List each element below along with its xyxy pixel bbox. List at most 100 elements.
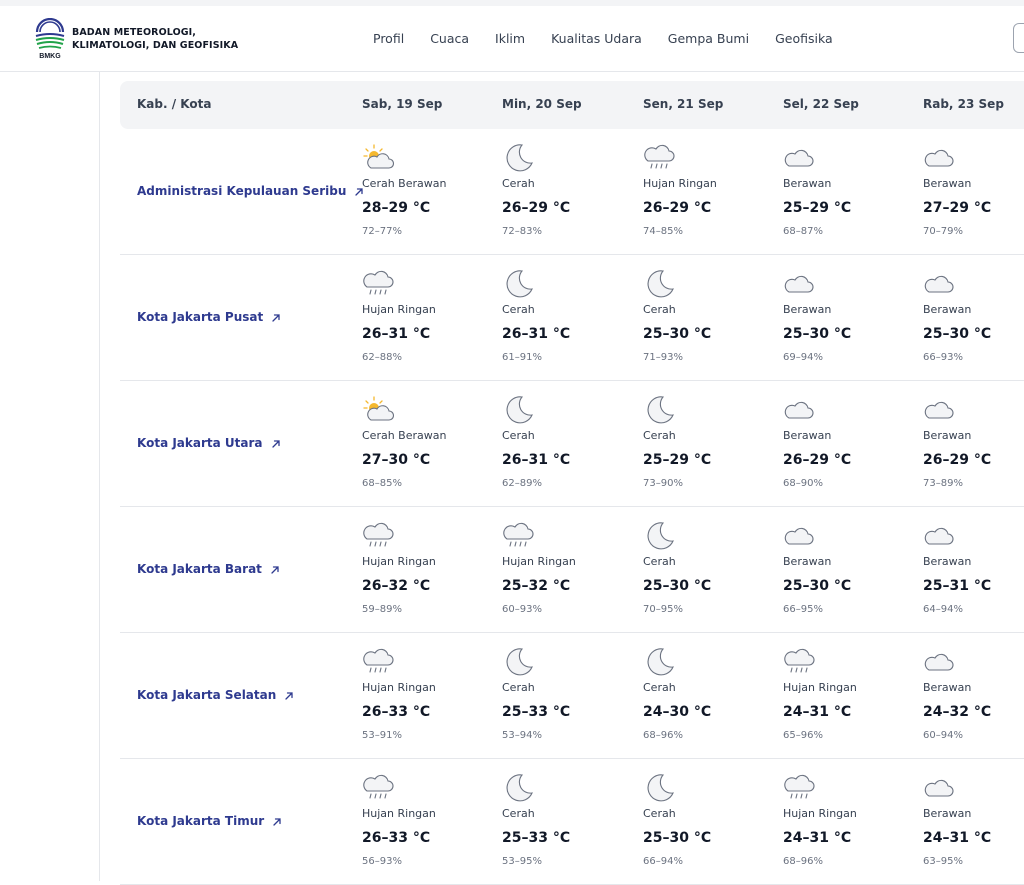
nav-item-profil[interactable]: Profil: [373, 31, 404, 46]
forecast-cell: Berawan 25–29 °C 68–87%: [783, 129, 923, 255]
forecast-cell: Cerah 25–33 °C 53–95%: [502, 759, 642, 885]
cloud-icon: [783, 143, 815, 173]
temperature-range: 25–31 °C: [923, 578, 992, 594]
temperature-range: 25–30 °C: [783, 326, 852, 342]
bmkg-logo[interactable]: BMKG: [33, 18, 67, 60]
temperature-range: 25–29 °C: [783, 200, 852, 216]
region-name: Administrasi Kepulauan Seribu: [137, 184, 347, 198]
weather-condition: Cerah: [502, 807, 535, 820]
temperature-range: 28–29 °C: [362, 200, 431, 216]
cloud-icon: [923, 143, 955, 173]
temperature-range: 26–31 °C: [502, 326, 571, 342]
region-link[interactable]: Kota Jakarta Utara: [137, 436, 281, 450]
forecast-cell: Hujan Ringan 25–32 °C 60–93%: [502, 507, 642, 633]
site-header: BMKG BADAN METEOROLOGI, KLIMATOLOGI, DAN…: [0, 6, 1024, 72]
moon-icon: [643, 395, 675, 425]
rain-cloud-icon: [362, 521, 394, 551]
org-name-line2: KLIMATOLOGI, DAN GEOFISIKA: [72, 40, 239, 51]
table-row: Kota Jakarta Pusat Hujan Ringan 26–31 °C 62…: [120, 255, 1024, 381]
humidity-range: 60–94%: [923, 730, 963, 741]
weather-condition: Berawan: [923, 807, 972, 820]
humidity-range: 69–94%: [783, 352, 823, 363]
forecast-cell: Cerah 25–30 °C 70–95%: [643, 507, 783, 633]
weather-condition: Hujan Ringan: [783, 681, 857, 694]
moon-icon: [502, 395, 534, 425]
temperature-range: 25–32 °C: [502, 578, 571, 594]
forecast-cell: Hujan Ringan 26–31 °C 62–88%: [362, 255, 502, 381]
humidity-range: 63–95%: [923, 856, 963, 867]
humidity-range: 73–90%: [643, 478, 683, 489]
forecast-cell: Berawan 25–30 °C 66–93%: [923, 255, 1024, 381]
nav-item-gempa-bumi[interactable]: Gempa Bumi: [668, 31, 749, 46]
region-link[interactable]: Kota Jakarta Barat: [137, 562, 280, 576]
temperature-range: 26–33 °C: [362, 830, 431, 846]
weather-condition: Berawan: [923, 555, 972, 568]
forecast-cell: Hujan Ringan 24–31 °C 65–96%: [783, 633, 923, 759]
moon-icon: [502, 647, 534, 677]
rain-cloud-icon: [362, 773, 394, 803]
region-name: Kota Jakarta Selatan: [137, 688, 277, 702]
cloud-icon: [783, 395, 815, 425]
humidity-range: 71–93%: [643, 352, 683, 363]
weather-condition: Berawan: [783, 177, 832, 190]
temperature-range: 26–31 °C: [502, 452, 571, 468]
forecast-cell: Cerah 26–31 °C 62–89%: [502, 381, 642, 507]
temperature-range: 24–30 °C: [643, 704, 712, 720]
external-arrow-icon: [271, 438, 281, 448]
search-button[interactable]: [1013, 23, 1024, 53]
weather-condition: Hujan Ringan: [502, 555, 576, 568]
rain-cloud-icon: [643, 143, 675, 173]
temperature-range: 25–30 °C: [643, 830, 712, 846]
temperature-range: 25–30 °C: [923, 326, 992, 342]
region-link[interactable]: Kota Jakarta Selatan: [137, 688, 294, 702]
region-name: Kota Jakarta Barat: [137, 562, 262, 576]
temperature-range: 26–33 °C: [362, 704, 431, 720]
day-header-4: Rab, 23 Sep: [923, 97, 1004, 111]
cloud-icon: [783, 269, 815, 299]
weather-condition: Berawan: [923, 429, 972, 442]
temperature-range: 26–29 °C: [502, 200, 571, 216]
humidity-range: 68–90%: [783, 478, 823, 489]
humidity-range: 65–96%: [783, 730, 823, 741]
table-row: Kota Jakarta Utara Cerah Berawan 27–30 °C 6…: [120, 381, 1024, 507]
humidity-range: 53–94%: [502, 730, 542, 741]
table-row: Administrasi Kepulauan Seribu Cerah Beraw…: [120, 129, 1024, 255]
forecast-cell: Hujan Ringan 26–33 °C 56–93%: [362, 759, 502, 885]
nav-item-geofisika[interactable]: Geofisika: [775, 31, 833, 46]
humidity-range: 56–93%: [362, 856, 402, 867]
moon-icon: [643, 521, 675, 551]
weather-condition: Cerah: [502, 177, 535, 190]
weather-condition: Cerah: [502, 429, 535, 442]
nav-item-iklim[interactable]: Iklim: [495, 31, 525, 46]
region-link[interactable]: Administrasi Kepulauan Seribu: [137, 184, 364, 198]
forecast-cell: Cerah 25–29 °C 73–90%: [643, 381, 783, 507]
nav-item-cuaca[interactable]: Cuaca: [430, 31, 469, 46]
humidity-range: 72–83%: [502, 226, 542, 237]
moon-icon: [643, 773, 675, 803]
humidity-range: 53–95%: [502, 856, 542, 867]
temperature-range: 25–33 °C: [502, 830, 571, 846]
region-link[interactable]: Kota Jakarta Timur: [137, 814, 282, 828]
nav-item-kualitas-udara[interactable]: Kualitas Udara: [551, 31, 642, 46]
humidity-range: 62–88%: [362, 352, 402, 363]
weather-condition: Hujan Ringan: [643, 177, 717, 190]
temperature-range: 26–29 °C: [643, 200, 712, 216]
forecast-cell: Berawan 25–30 °C 69–94%: [783, 255, 923, 381]
forecast-cell: Cerah 25–30 °C 66–94%: [643, 759, 783, 885]
weather-condition: Cerah: [643, 303, 676, 316]
weather-condition: Cerah: [502, 681, 535, 694]
cloud-icon: [923, 647, 955, 677]
org-name-line1: BADAN METEOROLOGI,: [72, 27, 197, 38]
weather-condition: Berawan: [783, 303, 832, 316]
rain-cloud-icon: [783, 773, 815, 803]
region-name: Kota Jakarta Utara: [137, 436, 263, 450]
weather-condition: Cerah Berawan: [362, 429, 447, 442]
weather-condition: Berawan: [783, 555, 832, 568]
region-name: Kota Jakarta Timur: [137, 814, 265, 828]
humidity-range: 70–95%: [643, 604, 683, 615]
moon-icon: [643, 269, 675, 299]
temperature-range: 26–32 °C: [362, 578, 431, 594]
region-link[interactable]: Kota Jakarta Pusat: [137, 310, 281, 324]
weather-condition: Cerah: [643, 555, 676, 568]
external-arrow-icon: [272, 816, 282, 826]
